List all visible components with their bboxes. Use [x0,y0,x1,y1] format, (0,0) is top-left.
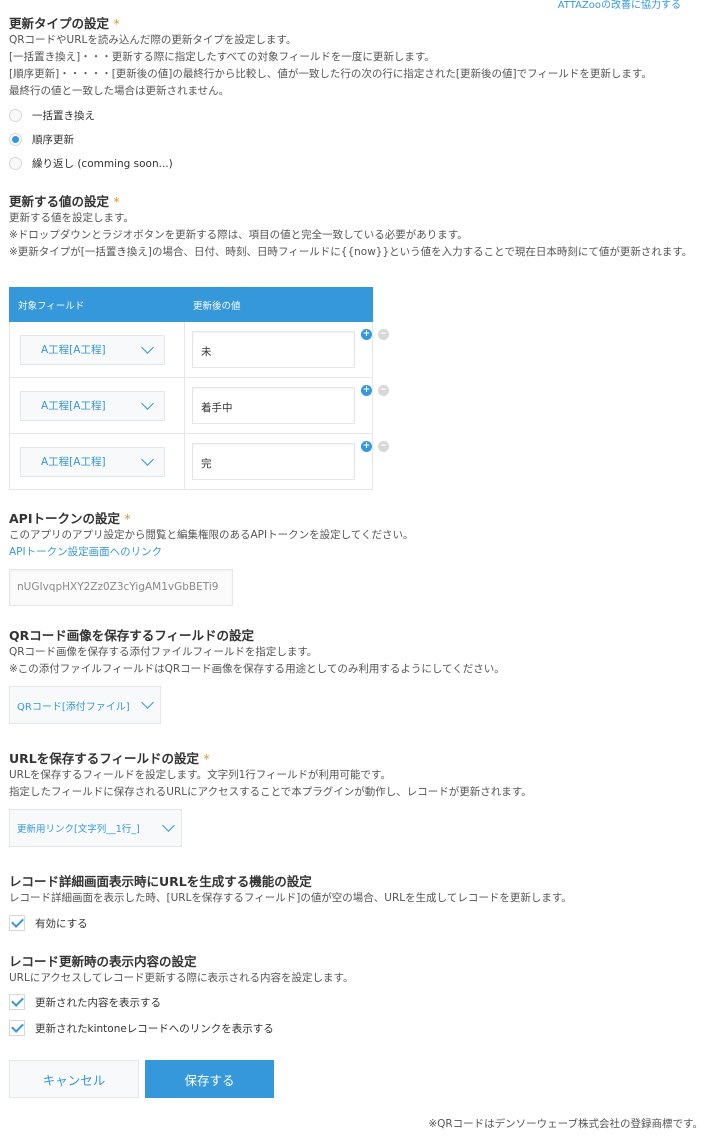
updated-value-input[interactable]: 着手中 [192,387,355,424]
update-type-section: 更新タイプの設定 * QRコードやURLを読み込んだ際の更新タイプを設定します。… [9,15,709,175]
url-field-title: URLを保存するフィールドの設定 * [9,751,210,766]
table-row: A工程[A工程] 未 [9,321,373,378]
checkbox[interactable] [9,994,25,1010]
qr-field-title: QRコード画像を保存するフィールドの設定 [9,628,255,643]
api-token-title: APIトークンの設定 * [9,511,131,526]
chevron-down-icon [141,696,154,709]
radio-button[interactable] [9,108,22,122]
update-type-desc-3: [順序更新]・・・・・[更新後の値]の最終行から比較し、値が一致した行の次の行に… [9,68,652,80]
api-token-input[interactable]: nUGIvqpHXY2Zz0Z3cYigAM1vGbBETi9 [9,569,233,606]
col-updated-value: 更新後の値 [184,287,373,322]
target-field-select[interactable]: A工程[A工程] [20,446,165,477]
qr-field-select[interactable]: QRコード[添付ファイル] [9,686,161,724]
help-improve-link[interactable]: ATTAZooの改善に協力する [558,0,681,12]
api-token-desc: このアプリのアプリ設定から閲覧と編集権限のあるAPIトークンを設定してください。 [9,529,414,541]
radio-button[interactable] [9,156,22,170]
api-token-section: APIトークンの設定 * このアプリのアプリ設定から閲覧と編集権限のあるAPIト… [9,510,709,606]
display-section: レコード更新時の表示内容の設定 URLにアクセスしてレコード更新する際に表示され… [9,953,709,1041]
checkbox-label: 有効にする [35,917,88,930]
url-field-desc-2: 指定したフィールドに保存されるURLにアクセスすることで本プラグインが動作し、レ… [9,786,532,798]
save-button[interactable]: 保存する [145,1060,274,1098]
api-token-settings-link[interactable]: APIトークン設定画面へのリンク [9,544,709,561]
radio-bulk-replace[interactable]: 一括置き換え [9,103,709,127]
chevron-down-icon [141,396,154,410]
chevron-down-icon [141,452,154,466]
qr-field-section: QRコード画像を保存するフィールドの設定 QRコード画像を保存する添付ファイルフ… [9,627,709,724]
add-row-icon[interactable]: + [361,385,372,396]
update-type-desc-4: 最終行の値と一致した場合は更新されません。 [9,85,230,97]
target-field-select[interactable]: A工程[A工程] [20,334,165,365]
add-row-icon[interactable]: + [361,441,372,452]
checkbox-label: 更新された内容を表示する [35,996,161,1009]
show-record-link-checkbox[interactable]: 更新されたkintoneレコードへのリンクを表示する [9,1015,709,1041]
qr-field-desc-1: QRコード画像を保存する添付ファイルフィールドを指定します。 [9,646,318,658]
update-type-desc-2: [一括置き換え]・・・更新する際に指定したすべての対象フィールドを一度に更新しま… [9,51,435,63]
radio-sequential-update[interactable]: 順序更新 [9,127,709,151]
update-values-desc-1: 更新する値を設定します。 [9,212,134,224]
update-values-section: 更新する値の設定 * 更新する値を設定します。 ※ドロップダウンとラジオボタンを… [9,193,709,261]
col-target-field: 対象フィールド [9,287,185,322]
url-generate-section: レコード詳細画面表示時にURLを生成する機能の設定 レコード詳細画面を表示した時… [9,873,709,936]
chevron-down-icon [141,340,154,354]
url-field-desc-1: URLを保存するフィールドを設定します。文字列1行フィールドが利用可能です。 [9,769,391,781]
update-type-title: 更新タイプの設定 * [9,16,120,31]
table-row: A工程[A工程] 着手中 [9,377,373,434]
radio-label: 繰り返し (comming soon...) [32,157,173,170]
add-row-icon[interactable]: + [361,329,372,340]
show-updated-content-checkbox[interactable]: 更新された内容を表示する [9,989,709,1015]
trademark-note: ※QRコードはデンソーウェーブ株式会社の登録商標です。 [428,1118,703,1130]
url-generate-desc: レコード詳細画面を表示した時、[URLを保存するフィールド]の値が空の場合、UR… [9,892,572,904]
table-row: A工程[A工程] 完 [9,433,373,490]
update-values-title: 更新する値の設定 * [9,194,120,209]
checkbox[interactable] [9,1020,25,1036]
qr-field-desc-2: ※この添付ファイルフィールドはQRコード画像を保存する用途としてのみ利用するよう… [9,663,505,675]
update-values-desc-2: ※ドロップダウンとラジオボタンを更新する際は、項目の値と完全一致している必要があ… [9,229,468,241]
radio-label: 一括置き換え [32,109,95,122]
radio-button[interactable] [9,132,22,146]
updated-value-input[interactable]: 未 [192,331,355,368]
remove-row-icon[interactable]: − [378,329,389,340]
update-values-table: 対象フィールド 更新後の値 A工程[A工程] 未 A工程[A工程] 着手中 A工… [9,287,373,490]
radio-label: 順序更新 [32,133,74,146]
url-field-select[interactable]: 更新用リンク[文字列__1行_] [9,809,182,847]
radio-repeat[interactable]: 繰り返し (comming soon...) [9,151,709,175]
update-type-desc-1: QRコードやURLを読み込んだ際の更新タイプを設定します。 [9,34,297,46]
update-values-desc-3: ※更新タイプが[一括置き換え]の場合、日付、時刻、日時フィールドに{{now}}… [9,246,693,258]
display-title: レコード更新時の表示内容の設定 [9,954,197,969]
remove-row-icon[interactable]: − [378,441,389,452]
display-desc: URLにアクセスしてレコード更新する際に表示される内容を設定します。 [9,972,354,984]
url-generate-title: レコード詳細画面表示時にURLを生成する機能の設定 [9,874,312,889]
checkbox[interactable] [9,915,25,931]
enable-url-generate-checkbox[interactable]: 有効にする [9,910,709,936]
remove-row-icon[interactable]: − [378,385,389,396]
checkbox-label: 更新されたkintoneレコードへのリンクを表示する [35,1022,274,1035]
chevron-down-icon [162,819,175,832]
url-field-section: URLを保存するフィールドの設定 * URLを保存するフィールドを設定します。文… [9,750,709,847]
cancel-button[interactable]: キャンセル [9,1060,139,1098]
target-field-select[interactable]: A工程[A工程] [20,390,165,421]
updated-value-input[interactable]: 完 [192,443,355,480]
